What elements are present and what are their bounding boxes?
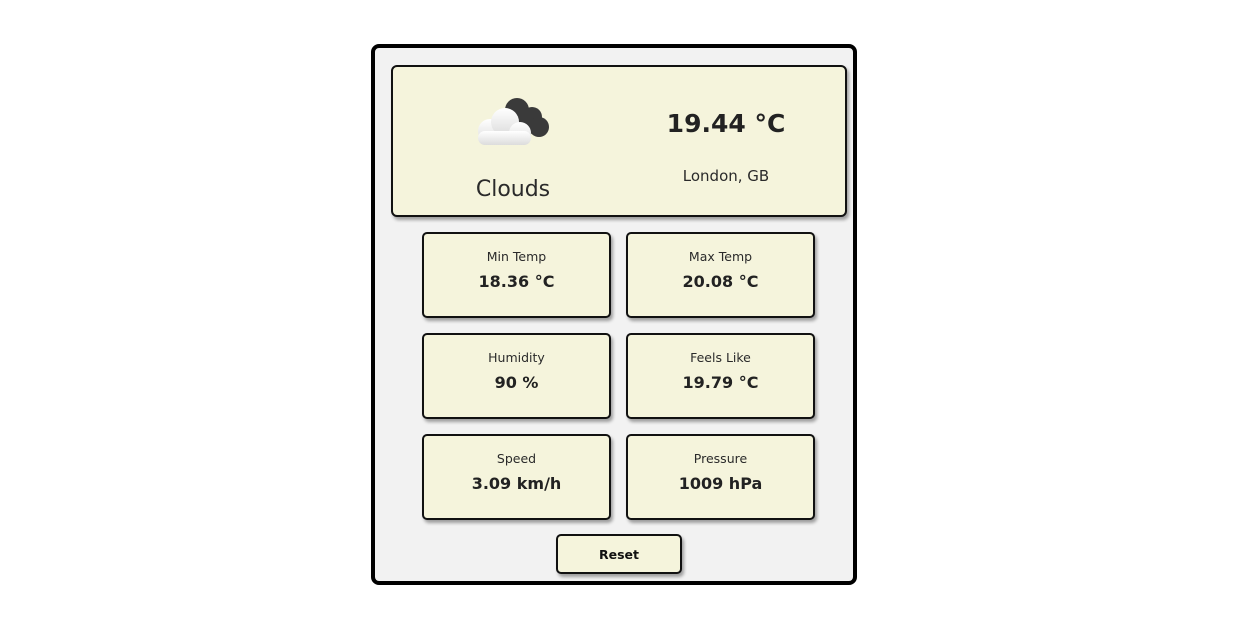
pressure-card: Pressure 1009 hPa	[626, 434, 815, 520]
current-temperature: 19.44 °C	[666, 109, 786, 138]
location-label: London, GB	[682, 167, 770, 185]
pressure-label: Pressure	[693, 451, 748, 466]
wind-speed-card: Speed 3.09 km/h	[422, 434, 611, 520]
feels-like-value: 19.79 °C	[682, 373, 759, 392]
weather-condition: Clouds	[475, 177, 551, 202]
pressure-value: 1009 hPa	[678, 474, 763, 493]
wind-speed-label: Speed	[496, 451, 537, 466]
cloud-icon	[471, 95, 555, 153]
weather-app-panel: Clouds 19.44 °C London, GB Min Temp 18.3…	[371, 44, 857, 585]
max-temp-value: 20.08 °C	[682, 272, 759, 291]
min-temp-card: Min Temp 18.36 °C	[422, 232, 611, 318]
wind-speed-value: 3.09 km/h	[471, 474, 562, 493]
humidity-value: 90 %	[494, 373, 539, 392]
max-temp-label: Max Temp	[688, 249, 753, 264]
reset-button[interactable]: Reset	[556, 534, 682, 574]
feels-like-card: Feels Like 19.79 °C	[626, 333, 815, 419]
min-temp-value: 18.36 °C	[478, 272, 555, 291]
feels-like-label: Feels Like	[690, 350, 751, 365]
weather-summary-card: Clouds 19.44 °C London, GB	[391, 65, 847, 217]
humidity-label: Humidity	[488, 350, 545, 365]
min-temp-label: Min Temp	[486, 249, 547, 264]
humidity-card: Humidity 90 %	[422, 333, 611, 419]
max-temp-card: Max Temp 20.08 °C	[626, 232, 815, 318]
